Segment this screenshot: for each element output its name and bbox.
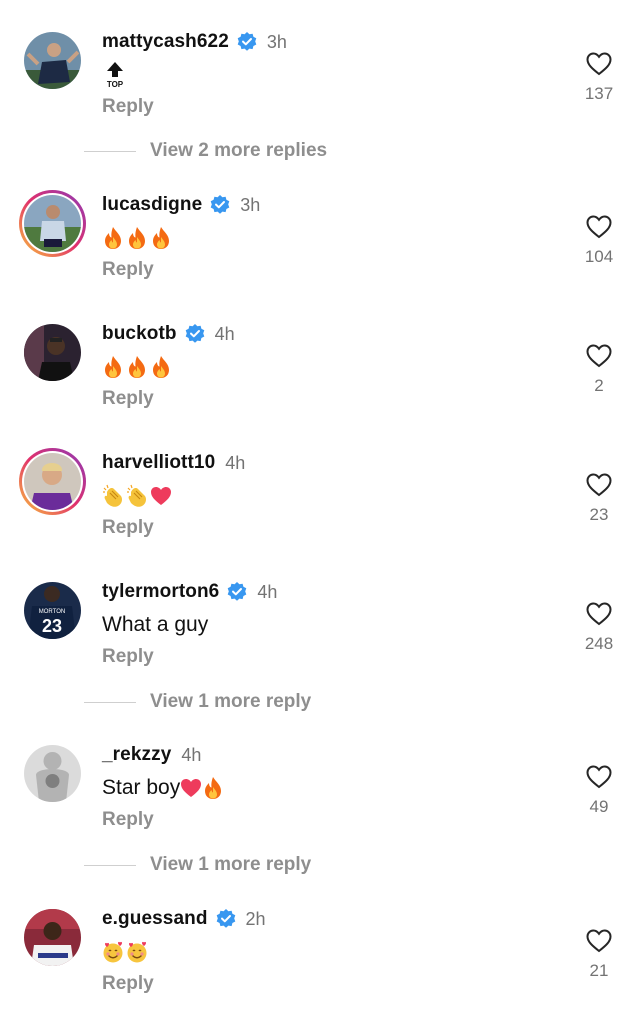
like-count: 49	[589, 797, 609, 816]
divider-line	[84, 701, 136, 703]
verified-badge-icon	[210, 195, 230, 215]
fire-emoji	[102, 355, 124, 379]
reply-button[interactable]: Reply	[102, 259, 154, 281]
username[interactable]: harvelliott10	[102, 452, 215, 474]
like-count: 23	[589, 505, 609, 524]
like-count: 21	[589, 961, 609, 980]
comments-list: mattycash622 3h TOP Reply 137 View 2 mor…	[0, 0, 643, 1024]
comment-item: harvelliott10 4h Reply 23	[0, 421, 643, 538]
fire-emoji	[126, 226, 148, 250]
reply-button[interactable]: Reply	[102, 646, 154, 668]
view-more-replies[interactable]: View 2 more replies	[84, 139, 327, 163]
comment-item: e.guessand 2h Reply 21	[0, 877, 643, 994]
heart-emoji	[180, 776, 202, 800]
verified-badge-icon	[227, 582, 247, 602]
username[interactable]: buckotb	[102, 323, 177, 345]
username[interactable]: mattycash622	[102, 31, 229, 53]
heart-icon[interactable]	[586, 473, 612, 497]
heart-icon[interactable]	[586, 929, 612, 953]
like-count: 2	[594, 376, 604, 395]
comment-time: 4h	[214, 323, 235, 344]
fire-emoji	[202, 776, 224, 800]
heart-icon[interactable]	[586, 602, 612, 626]
comment-text	[102, 937, 148, 967]
heart-icon[interactable]	[586, 765, 612, 789]
top-arrow-icon: TOP	[104, 60, 126, 90]
heart-icon[interactable]	[586, 344, 612, 368]
top-label: TOP	[107, 80, 124, 89]
comment-text-label: Star boy	[102, 776, 181, 799]
clap-emoji	[126, 484, 148, 508]
view-more-replies-label[interactable]: View 1 more reply	[150, 691, 311, 713]
comment-item: _rekzzy 4h Star boy Reply 49	[0, 713, 643, 830]
heart-emoji	[150, 484, 172, 508]
reply-button[interactable]: Reply	[102, 96, 154, 118]
view-more-replies-label[interactable]: View 1 more reply	[150, 854, 311, 876]
comment-item: 23 MORTON tylermorton6 4h What a guy Repl…	[0, 550, 643, 667]
comment-item: lucasdigne 3h Reply 104	[0, 163, 643, 280]
avatar[interactable]: 23 MORTON	[24, 582, 81, 639]
view-more-replies-label[interactable]: View 2 more replies	[150, 140, 327, 162]
comment-time: 2h	[245, 908, 266, 929]
comment-text: Star boy	[102, 773, 224, 803]
comment-text: What a guy	[102, 613, 209, 636]
heart-icon[interactable]	[586, 215, 612, 239]
verified-badge-icon	[216, 909, 236, 929]
smiling-hearts-emoji	[126, 940, 148, 964]
fire-emoji	[126, 355, 148, 379]
comment-text	[102, 481, 172, 511]
avatar[interactable]	[24, 745, 81, 802]
verified-badge-icon	[185, 324, 205, 344]
divider-line	[84, 150, 136, 152]
like-count: 137	[584, 84, 614, 103]
comment-time: 3h	[266, 31, 287, 52]
svg-text:23: 23	[42, 616, 62, 636]
comment-time: 3h	[240, 194, 261, 215]
comment-time: 4h	[181, 744, 202, 765]
reply-button[interactable]: Reply	[102, 809, 154, 831]
comment-text	[102, 223, 172, 253]
fire-emoji	[102, 226, 124, 250]
fire-emoji	[150, 226, 172, 250]
username[interactable]: _rekzzy	[102, 744, 171, 766]
avatar[interactable]	[19, 448, 86, 515]
reply-button[interactable]: Reply	[102, 517, 154, 539]
username[interactable]: e.guessand	[102, 908, 208, 930]
like-count: 248	[584, 634, 614, 653]
comment-text	[102, 352, 172, 382]
verified-badge-icon	[237, 32, 257, 52]
username[interactable]: tylermorton6	[102, 581, 219, 603]
username[interactable]: lucasdigne	[102, 194, 202, 216]
clap-emoji	[102, 484, 124, 508]
smiling-hearts-emoji	[102, 940, 124, 964]
comment-item: buckotb 4h Reply 2	[0, 292, 643, 409]
avatar[interactable]	[19, 190, 86, 257]
view-more-replies[interactable]: View 1 more reply	[84, 690, 311, 714]
svg-text:MORTON: MORTON	[39, 609, 65, 615]
fire-emoji	[150, 355, 172, 379]
comment-item: mattycash622 3h TOP Reply 137	[0, 0, 643, 117]
avatar[interactable]	[24, 909, 81, 966]
divider-line	[84, 864, 136, 866]
avatar[interactable]	[24, 32, 81, 89]
reply-button[interactable]: Reply	[102, 973, 154, 995]
avatar[interactable]	[24, 324, 81, 381]
comment-time: 4h	[225, 452, 246, 473]
comment-time: 4h	[257, 581, 278, 602]
heart-icon[interactable]	[586, 52, 612, 76]
like-count: 104	[584, 247, 614, 266]
reply-button[interactable]: Reply	[102, 388, 154, 410]
view-more-replies[interactable]: View 1 more reply	[84, 853, 311, 877]
